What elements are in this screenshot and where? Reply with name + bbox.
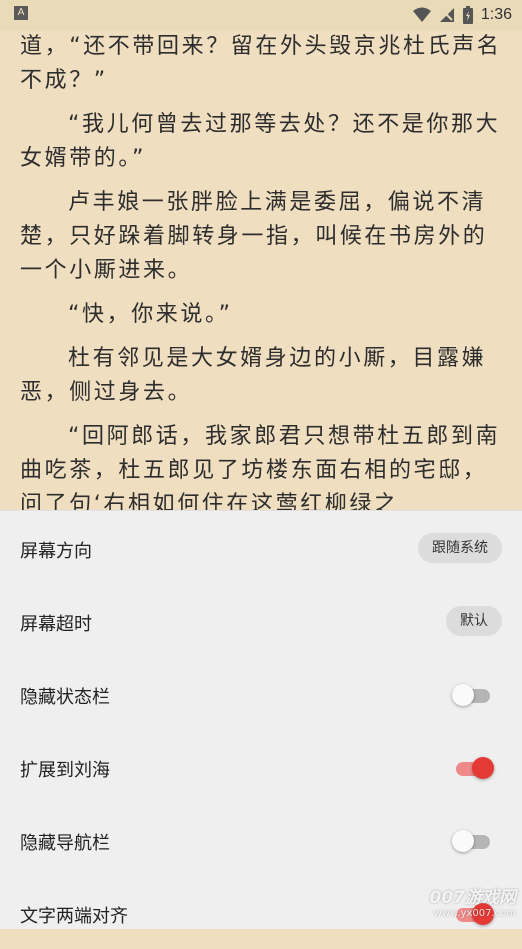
toggle-knob [452, 684, 474, 706]
settings-sheet: 屏幕方向 跟随系统 屏幕超时 默认 隐藏状态栏 扩展到刘海 隐藏导航栏 文字两端… [0, 510, 522, 929]
setting-screen-timeout[interactable]: 屏幕超时 默认 [0, 584, 522, 657]
setting-label: 屏幕方向 [20, 541, 92, 562]
reader-paragraph: 卢丰娘一张胖脸上满是委屈，偏说不清楚，只好跺着脚转身一指，叫候在书房外的一个小厮… [20, 190, 488, 283]
screen-orientation-selector[interactable]: 跟随系统 [418, 533, 502, 563]
battery-icon [462, 6, 473, 24]
toggle-knob [472, 757, 494, 779]
setting-hide-status-bar[interactable]: 隐藏状态栏 [0, 657, 522, 730]
app-notification-icon: A [14, 6, 28, 20]
reader-paragraph: 杜有邻见是大女婿身边的小厮，目露嫌恶，侧过身去。 [20, 346, 487, 405]
setting-label: 扩展到刘海 [20, 760, 110, 781]
signal-icon [439, 8, 454, 22]
status-right: 1:36 [412, 4, 512, 26]
site-watermark: 007游戏网 www.yx007.com [396, 883, 517, 925]
setting-hide-nav-bar[interactable]: 隐藏导航栏 [0, 803, 522, 876]
reader-content: 道，“还不带回来？留在外头毁京兆杜氏声名不成？” “我儿何曾去过那等去处？还不是… [0, 30, 522, 510]
reader-paragraph: 道，“还不带回来？留在外头毁京兆杜氏声名不成？” [20, 34, 502, 93]
reader-paragraph: “我儿何曾去过那等去处？还不是你那大女婿带的。” [20, 112, 501, 171]
toggle-knob [452, 830, 474, 852]
hide-status-bar-toggle[interactable] [452, 684, 492, 706]
extend-to-notch-toggle[interactable] [452, 757, 494, 779]
setting-extend-to-notch[interactable]: 扩展到刘海 [0, 730, 522, 803]
hide-nav-bar-toggle[interactable] [452, 830, 492, 852]
setting-label: 屏幕超时 [20, 614, 92, 635]
setting-screen-orientation[interactable]: 屏幕方向 跟随系统 [0, 511, 522, 584]
setting-label: 文字两端对齐 [20, 906, 128, 927]
watermark-title: 007游戏网 [429, 888, 517, 908]
wifi-icon [412, 7, 431, 22]
setting-label: 隐藏导航栏 [20, 833, 110, 854]
reader-paragraph: “快，你来说。” [68, 302, 233, 327]
status-time: 1:36 [480, 6, 512, 23]
setting-label: 隐藏状态栏 [20, 687, 110, 708]
screen-timeout-selector[interactable]: 默认 [446, 606, 502, 636]
watermark-url: www.yx007.com [433, 908, 516, 919]
status-bar: A 1:36 [0, 0, 522, 30]
reader-paragraph: “回阿郎话，我家郎君只想带杜五郎到南曲吃茶，杜五郎见了坊楼东面右相的宅邸，问了句… [20, 424, 501, 510]
